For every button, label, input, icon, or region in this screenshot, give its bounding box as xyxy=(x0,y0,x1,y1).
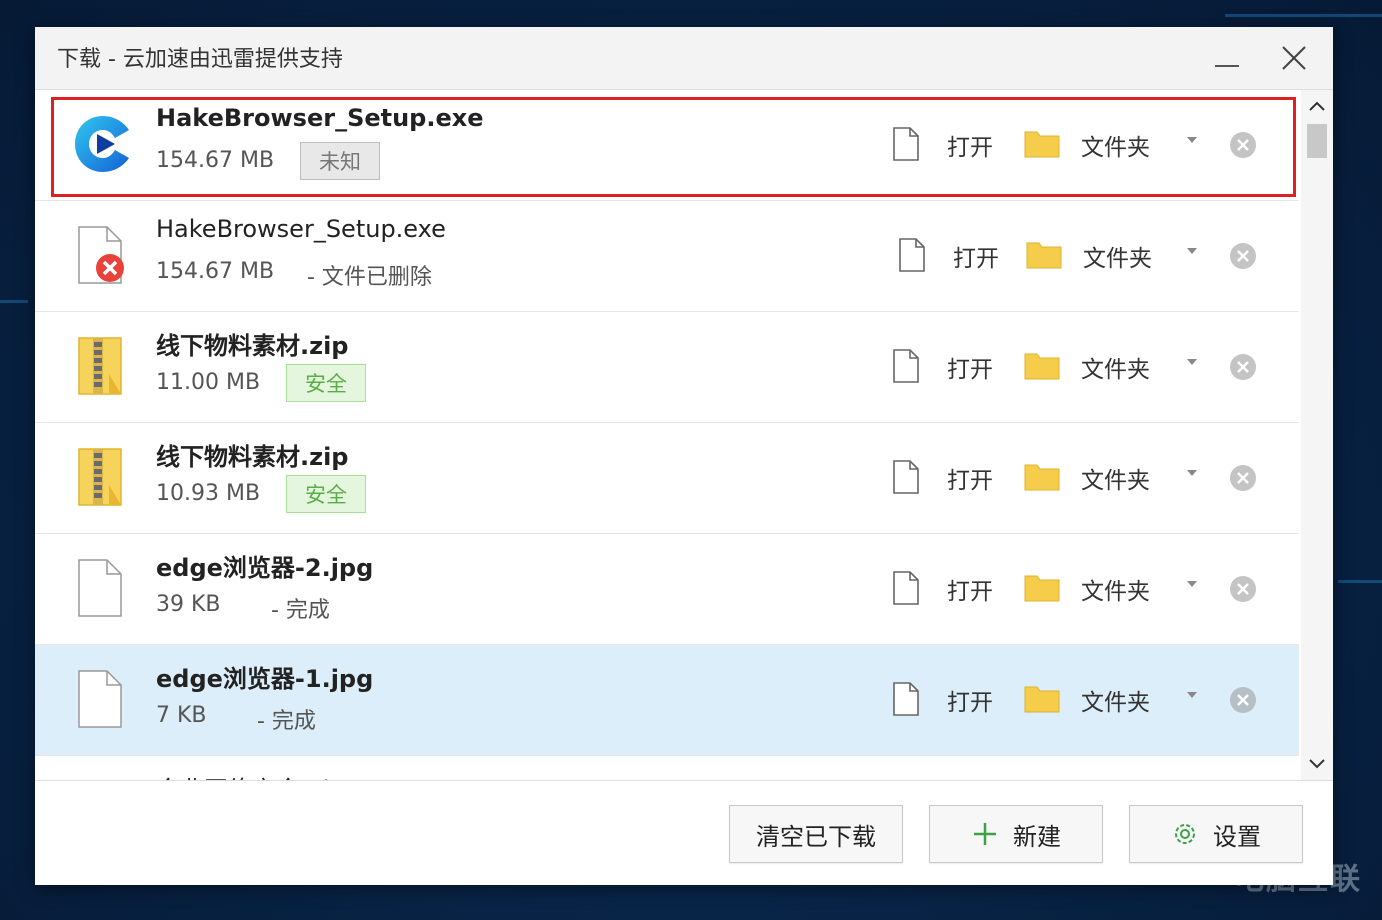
open-button[interactable]: 打开 xyxy=(947,683,993,717)
download-item[interactable]: HakeBrowser_Setup.exe 154.67 MB - 文件已删除 … xyxy=(35,201,1299,312)
new-download-label: 新建 xyxy=(1013,822,1061,851)
file-status: - 完成 xyxy=(257,709,316,734)
folder-button[interactable]: 文件夹 xyxy=(1081,128,1150,162)
plus-icon xyxy=(974,823,996,845)
clear-downloaded-label: 清空已下载 xyxy=(756,822,876,851)
zip-archive-icon xyxy=(78,448,122,506)
chevron-down-icon[interactable] xyxy=(1308,758,1326,770)
file-icon[interactable] xyxy=(891,681,921,717)
folder-icon[interactable] xyxy=(1024,350,1060,380)
gear-icon xyxy=(1175,824,1195,844)
chevron-down-icon[interactable] xyxy=(1187,470,1197,476)
file-name: edge浏览器-2.jpg xyxy=(156,554,374,582)
settings-button[interactable]: 设置 xyxy=(1129,805,1303,863)
file-name: 企业网络安全1.jpg xyxy=(156,770,360,780)
folder-button[interactable]: 文件夹 xyxy=(1081,461,1150,495)
folder-button[interactable]: 文件夹 xyxy=(1081,572,1150,606)
zip-archive-icon xyxy=(78,337,122,395)
file-size: 11.00 MB xyxy=(156,370,261,395)
remove-icon[interactable] xyxy=(1228,574,1258,604)
open-button[interactable]: 打开 xyxy=(947,128,993,162)
open-button[interactable]: 打开 xyxy=(953,239,999,273)
close-icon[interactable] xyxy=(1279,43,1309,73)
file-name: edge浏览器-1.jpg xyxy=(156,665,374,693)
unknown-badge: 未知 xyxy=(300,142,380,180)
file-icon xyxy=(78,670,122,728)
chevron-down-icon[interactable] xyxy=(1187,248,1197,254)
folder-button[interactable]: 文件夹 xyxy=(1081,683,1150,717)
hake-browser-icon xyxy=(75,116,129,172)
open-button[interactable]: 打开 xyxy=(947,572,993,606)
file-icon[interactable] xyxy=(897,237,927,273)
open-button[interactable]: 打开 xyxy=(947,350,993,384)
download-item[interactable]: 线下物料素材.zip 10.93 MB 安全 打开 文件夹 xyxy=(35,423,1299,534)
folder-icon[interactable] xyxy=(1024,461,1060,491)
download-item[interactable]: HakeBrowser_Setup.exe 154.67 MB 未知 打开 文件… xyxy=(35,90,1299,201)
file-size: 154.67 MB xyxy=(156,148,275,173)
file-size: 39 KB xyxy=(156,592,221,617)
scrollbar[interactable] xyxy=(1301,90,1333,780)
chevron-down-icon[interactable] xyxy=(1187,581,1197,587)
download-list: HakeBrowser_Setup.exe 154.67 MB 未知 打开 文件… xyxy=(35,90,1299,780)
folder-icon[interactable] xyxy=(1024,128,1060,158)
scrollbar-thumb[interactable] xyxy=(1307,124,1327,158)
background-line xyxy=(1338,580,1382,583)
download-item[interactable]: 企业网络安全1.jpg xyxy=(35,756,1299,780)
settings-label: 设置 xyxy=(1213,822,1261,851)
download-item[interactable]: edge浏览器-2.jpg 39 KB - 完成 打开 文件夹 xyxy=(35,534,1299,645)
remove-icon[interactable] xyxy=(1228,685,1258,715)
folder-icon[interactable] xyxy=(1024,683,1060,713)
background-line xyxy=(1225,14,1382,17)
window-title: 下载 - 云加速由迅雷提供支持 xyxy=(57,47,343,72)
new-download-button[interactable]: 新建 xyxy=(929,805,1103,863)
remove-icon[interactable] xyxy=(1228,130,1258,160)
safe-badge: 安全 xyxy=(286,364,366,402)
chevron-up-icon[interactable] xyxy=(1308,100,1326,112)
file-size: 7 KB xyxy=(156,703,207,728)
file-name: 线下物料素材.zip xyxy=(156,332,349,360)
open-button[interactable]: 打开 xyxy=(947,461,993,495)
file-status: - 完成 xyxy=(271,598,330,623)
remove-icon[interactable] xyxy=(1228,463,1258,493)
minimize-button[interactable] xyxy=(1215,65,1239,67)
file-icon[interactable] xyxy=(891,126,921,162)
safe-badge: 安全 xyxy=(286,475,366,513)
file-icon[interactable] xyxy=(891,348,921,384)
background-line xyxy=(0,300,28,303)
title-bar: 下载 - 云加速由迅雷提供支持 xyxy=(35,27,1333,90)
remove-icon[interactable] xyxy=(1228,241,1258,271)
file-name: HakeBrowser_Setup.exe xyxy=(156,215,446,243)
file-icon[interactable] xyxy=(891,570,921,606)
chevron-down-icon[interactable] xyxy=(1187,692,1197,698)
chevron-down-icon[interactable] xyxy=(1187,359,1197,365)
file-icon[interactable] xyxy=(891,459,921,495)
folder-icon[interactable] xyxy=(1026,239,1062,269)
remove-icon[interactable] xyxy=(1228,352,1258,382)
file-name: HakeBrowser_Setup.exe xyxy=(156,104,484,132)
folder-button[interactable]: 文件夹 xyxy=(1083,239,1152,273)
footer: 清空已下载 新建 设置 xyxy=(35,780,1333,885)
deleted-file-icon xyxy=(78,226,124,284)
download-item[interactable]: edge浏览器-1.jpg 7 KB - 完成 打开 文件夹 xyxy=(35,645,1299,756)
file-icon xyxy=(78,559,122,617)
file-name: 线下物料素材.zip xyxy=(156,443,349,471)
file-size: 10.93 MB xyxy=(156,481,261,506)
file-status: - 文件已删除 xyxy=(307,265,432,290)
chevron-down-icon[interactable] xyxy=(1187,137,1197,143)
folder-button[interactable]: 文件夹 xyxy=(1081,350,1150,384)
folder-icon[interactable] xyxy=(1024,572,1060,602)
download-dialog: 下载 - 云加速由迅雷提供支持 HakeBrowser_Setup.exe 15… xyxy=(35,27,1333,885)
file-size: 154.67 MB xyxy=(156,259,275,284)
clear-downloaded-button[interactable]: 清空已下载 xyxy=(729,805,903,863)
download-item[interactable]: 线下物料素材.zip 11.00 MB 安全 打开 文件夹 xyxy=(35,312,1299,423)
